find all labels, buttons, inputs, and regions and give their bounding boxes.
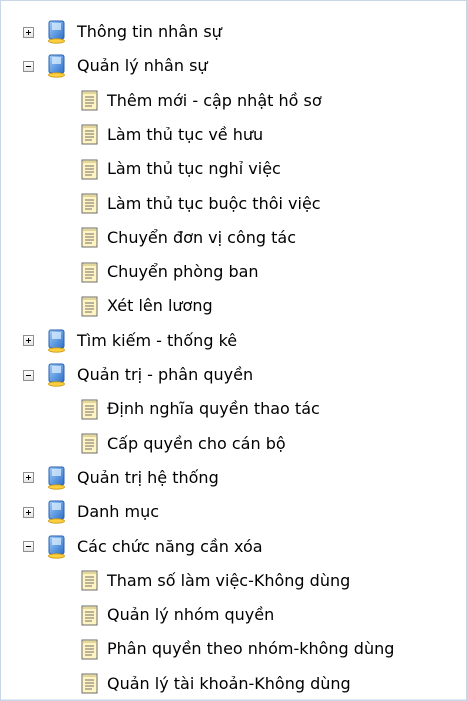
expand-icon[interactable] bbox=[23, 472, 34, 484]
document-icon bbox=[81, 399, 98, 420]
tree-node-label: Quản lý nhóm quyền bbox=[107, 605, 275, 625]
tree-node-label: Chuyển đơn vị công tác bbox=[107, 227, 297, 247]
collapse-icon[interactable] bbox=[23, 541, 34, 552]
tree-node-group[interactable]: Quản trị - phân quyền bbox=[23, 358, 253, 392]
document-icon bbox=[81, 570, 98, 591]
tree-node-item[interactable]: Chuyển đơn vị công tác bbox=[81, 221, 296, 255]
tree-node-item[interactable]: Xét lên lương bbox=[81, 289, 213, 323]
tree-node-item[interactable]: Chuyển phòng ban bbox=[81, 255, 259, 289]
collapse-icon[interactable] bbox=[23, 369, 34, 381]
computer-icon bbox=[46, 535, 68, 559]
expand-icon[interactable] bbox=[23, 506, 34, 518]
computer-icon bbox=[46, 500, 68, 524]
computer-icon bbox=[46, 363, 68, 387]
tree-node-item[interactable]: Làm thủ tục nghỉ việc bbox=[81, 152, 281, 186]
tree-node-label: Các chức năng cần xóa bbox=[77, 536, 263, 556]
document-icon bbox=[81, 193, 98, 214]
document-icon bbox=[81, 639, 98, 660]
tree-node-label: Quản trị hệ thống bbox=[77, 467, 219, 487]
tree-node-label: Làm thủ tục nghỉ việc bbox=[107, 159, 281, 179]
tree-node-label: Định nghĩa quyền thao tác bbox=[107, 399, 320, 419]
tree-node-label: Phân quyền theo nhóm-không dùng bbox=[107, 639, 395, 659]
tree-node-label: Chuyển phòng ban bbox=[107, 262, 259, 282]
tree-node-group[interactable]: Thông tin nhân sự bbox=[23, 15, 222, 49]
tree-node-item[interactable]: Phân quyền theo nhóm-không dùng bbox=[81, 632, 394, 666]
tree-node-label: Xét lên lương bbox=[107, 296, 213, 316]
tree-node-item[interactable]: Cấp quyền cho cán bộ bbox=[81, 427, 286, 461]
document-icon bbox=[81, 124, 98, 145]
tree-node-label: Làm thủ tục về hưu bbox=[107, 124, 264, 144]
document-icon bbox=[81, 227, 98, 248]
document-icon bbox=[81, 433, 98, 454]
document-icon bbox=[81, 296, 98, 317]
computer-icon bbox=[46, 54, 68, 78]
document-icon bbox=[81, 605, 98, 626]
collapse-icon[interactable] bbox=[23, 60, 34, 72]
tree-node-label: Tham số làm việc-Không dùng bbox=[107, 570, 351, 590]
document-icon bbox=[81, 262, 98, 283]
tree-node-group[interactable]: Quản lý nhân sự bbox=[23, 49, 208, 83]
tree-node-label: Thêm mới - cập nhật hồ sơ bbox=[107, 90, 322, 110]
tree-node-item[interactable]: Tham số làm việc-Không dùng bbox=[81, 564, 350, 598]
tree-node-group[interactable]: Tìm kiếm - thống kê bbox=[23, 324, 237, 358]
tree-node-item[interactable]: Định nghĩa quyền thao tác bbox=[81, 392, 320, 426]
computer-icon bbox=[46, 466, 68, 490]
tree-node-label: Làm thủ tục buộc thôi việc bbox=[107, 193, 321, 213]
tree-node-group[interactable]: Các chức năng cần xóa bbox=[23, 530, 263, 564]
tree-node-label: Quản lý nhân sự bbox=[77, 56, 208, 76]
tree-node-label: Tìm kiếm - thống kê bbox=[77, 330, 238, 350]
tree-node-item[interactable]: Thêm mới - cập nhật hồ sơ bbox=[81, 84, 322, 118]
tree-node-item[interactable]: Làm thủ tục về hưu bbox=[81, 118, 263, 152]
expand-icon[interactable] bbox=[23, 26, 34, 38]
tree-node-label: Thông tin nhân sự bbox=[77, 22, 222, 41]
computer-icon bbox=[46, 20, 68, 44]
tree-node-item[interactable]: Quản lý tài khoản-Không dùng bbox=[81, 667, 351, 701]
tree-node-group[interactable]: Danh mục bbox=[23, 495, 159, 529]
document-icon bbox=[81, 159, 98, 180]
tree-node-group[interactable]: Quản trị hệ thống bbox=[23, 461, 219, 495]
tree-node-label: Quản lý tài khoản-Không dùng bbox=[107, 673, 351, 693]
expand-icon[interactable] bbox=[23, 335, 34, 347]
document-icon bbox=[81, 673, 98, 694]
tree-node-item[interactable]: Quản lý nhóm quyền bbox=[81, 598, 274, 632]
tree-node-label: Danh mục bbox=[77, 502, 160, 522]
document-icon bbox=[81, 90, 98, 111]
tree-node-label: Quản trị - phân quyền bbox=[77, 365, 254, 384]
tree-view: Thông tin nhân sự Quản lý nhân sự Thêm mới… bbox=[0, 0, 467, 701]
computer-icon bbox=[46, 329, 68, 353]
tree-node-label: Cấp quyền cho cán bộ bbox=[107, 433, 286, 453]
tree-node-item[interactable]: Làm thủ tục buộc thôi việc bbox=[81, 187, 321, 221]
